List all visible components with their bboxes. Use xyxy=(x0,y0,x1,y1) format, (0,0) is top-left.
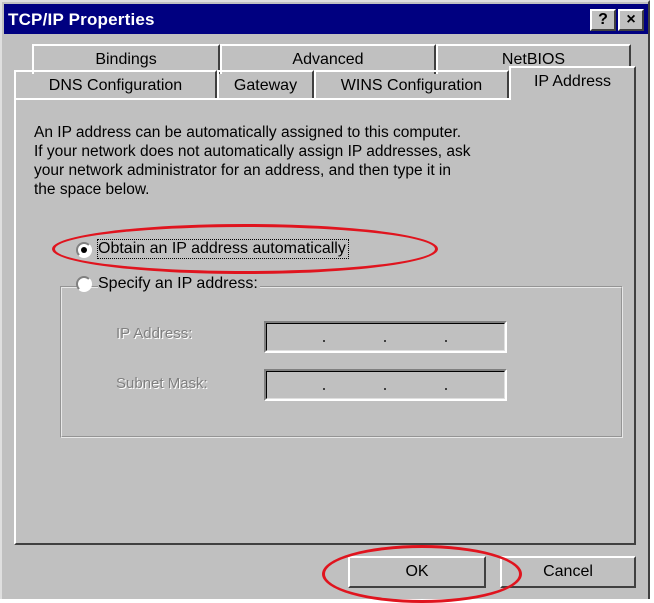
specify-ip-label[interactable]: Specify an IP address: xyxy=(98,275,260,293)
tab-dns-configuration[interactable]: DNS Configuration xyxy=(14,70,217,100)
subnet-mask-field-label: Subnet Mask: xyxy=(116,375,208,392)
ip-address-field[interactable] xyxy=(264,321,507,353)
subnet-mask-field[interactable] xyxy=(264,369,507,401)
radio-selected-dot xyxy=(81,247,87,253)
specify-ip-groupbox xyxy=(60,286,623,438)
tab-wins-configuration[interactable]: WINS Configuration xyxy=(314,70,509,100)
ok-button[interactable]: OK xyxy=(348,556,486,588)
help-button[interactable]: ? xyxy=(590,9,616,31)
obtain-ip-auto-label[interactable]: Obtain an IP address automatically xyxy=(97,239,349,259)
obtain-ip-auto-radio[interactable] xyxy=(76,242,92,258)
cancel-button[interactable]: Cancel xyxy=(500,556,636,588)
ip-description: An IP address can be automatically assig… xyxy=(34,124,471,198)
tab-ip-address[interactable]: IP Address xyxy=(509,66,636,100)
title-bar: TCP/IP Properties ? × xyxy=(4,4,648,34)
close-button[interactable]: × xyxy=(618,9,644,31)
window-title: TCP/IP Properties xyxy=(8,10,155,29)
ip-address-field-label: IP Address: xyxy=(116,325,193,342)
specify-ip-radio[interactable] xyxy=(76,276,92,292)
tab-gateway[interactable]: Gateway xyxy=(217,70,314,100)
